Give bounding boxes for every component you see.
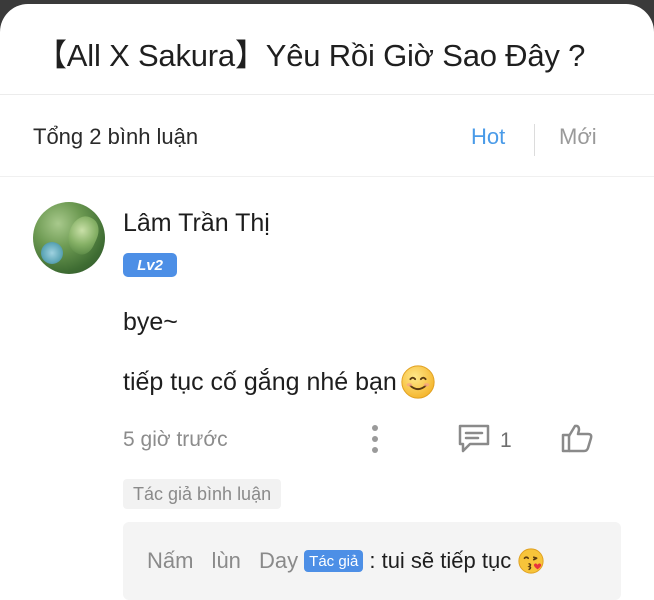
section-divider <box>0 176 654 177</box>
kissing-face-icon <box>518 548 544 574</box>
reply-text: : tui sẽ tiếp tục <box>369 548 512 573</box>
avatar[interactable] <box>33 202 105 274</box>
comment-username[interactable]: Lâm Trần Thị <box>123 209 270 238</box>
story-title: 【All X Sakura】Yêu Rồi Giờ Sao Đây ? <box>36 38 586 73</box>
more-vertical-icon[interactable] <box>366 422 384 456</box>
tab-new[interactable]: Mới <box>559 124 597 150</box>
tab-hot[interactable]: Hot <box>471 124 505 150</box>
comment-count: Tổng 2 bình luận <box>33 124 199 149</box>
comments-sheet: 【All X Sakura】Yêu Rồi Giờ Sao Đây ? Tổng… <box>0 4 654 600</box>
comment-text: tiếp tục cố gắng nhé bạn <box>123 367 397 396</box>
level-badge: Lv2 <box>123 253 177 277</box>
reply-count: 1 <box>500 429 512 452</box>
header-divider <box>0 94 654 95</box>
reply-line: Nấm lùn Day Tác giả : tui sẽ tiếp tục <box>147 547 545 575</box>
smiling-face-icon <box>401 365 435 399</box>
comment-icon[interactable] <box>456 422 492 454</box>
reply-author-name[interactable]: Nấm lùn Day <box>147 548 298 574</box>
reply-preview[interactable]: Nấm lùn Day Tác giả : tui sẽ tiếp tục <box>123 522 621 600</box>
tab-separator <box>534 124 535 156</box>
comment-text-line-2: tiếp tục cố gắng nhé bạn <box>123 363 437 401</box>
author-badge: Tác giả <box>304 550 364 572</box>
comment-time: 5 giờ trước <box>123 428 228 451</box>
thumbs-up-icon[interactable] <box>560 422 594 454</box>
author-commented-tag: Tác giả bình luận <box>123 479 282 509</box>
comment-text-line-1: bye~ <box>123 308 178 336</box>
